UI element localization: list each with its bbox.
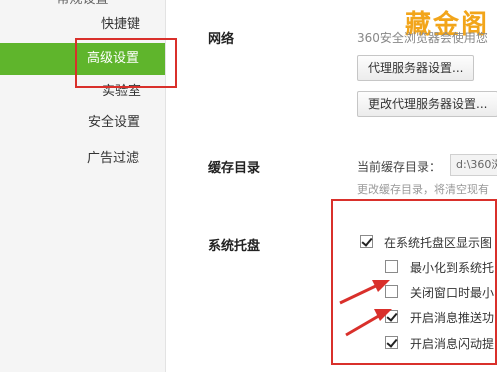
sidebar-item-label: 广告过滤 bbox=[87, 151, 140, 166]
highlight-box-tray bbox=[331, 199, 497, 365]
cache-hint: 更改缓存目录，将清空现有 bbox=[357, 183, 489, 196]
section-title-cache: 缓存目录 bbox=[208, 161, 261, 176]
section-title-network: 网络 bbox=[208, 32, 235, 47]
network-description: 360安全浏览器会使用您 bbox=[357, 31, 488, 45]
change-proxy-settings-button[interactable]: 更改代理服务器设置... bbox=[357, 91, 497, 117]
cache-current-label: 当前缓存目录： bbox=[357, 160, 442, 174]
sidebar-item-shortcuts[interactable]: 快捷键 bbox=[0, 9, 165, 41]
highlight-box-advanced bbox=[75, 38, 177, 88]
sidebar-item-label: 快捷键 bbox=[101, 17, 141, 32]
sidebar-item-security[interactable]: 安全设置 bbox=[0, 107, 165, 139]
proxy-settings-button[interactable]: 代理服务器设置... bbox=[357, 55, 475, 81]
sidebar-item-label: 安全设置 bbox=[88, 115, 141, 130]
section-title-tray: 系统托盘 bbox=[208, 239, 261, 254]
sidebar-item-adblock[interactable]: 广告过滤 bbox=[0, 143, 165, 175]
cache-path-field[interactable]: d:\360浏 bbox=[450, 154, 497, 176]
